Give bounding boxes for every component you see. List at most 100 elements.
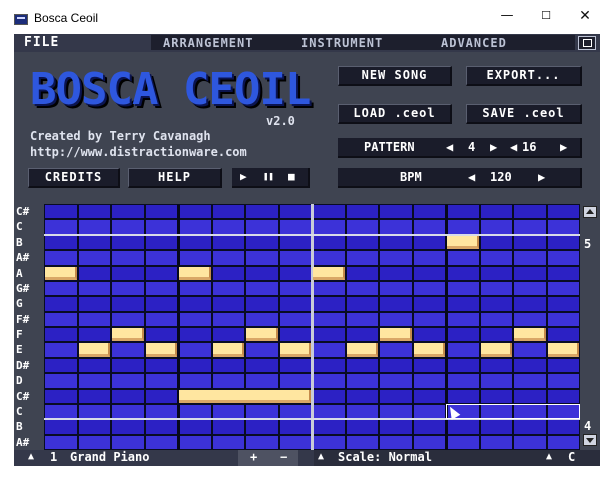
grid-cell[interactable] xyxy=(145,328,177,342)
grid-cell[interactable] xyxy=(413,389,445,403)
grid-cell[interactable] xyxy=(246,358,278,373)
grid-cell[interactable] xyxy=(179,205,211,219)
grid-cell[interactable] xyxy=(380,297,412,311)
grid-cell[interactable] xyxy=(45,420,77,434)
grid-cell[interactable] xyxy=(514,266,546,280)
grid-cell[interactable] xyxy=(279,235,311,250)
grid-cell[interactable] xyxy=(547,389,579,403)
grid-cell[interactable] xyxy=(346,435,378,449)
key-up-icon[interactable]: ▲ xyxy=(546,451,552,462)
grid-cell[interactable] xyxy=(480,389,512,403)
grid-cell[interactable] xyxy=(480,328,512,342)
grid-cell[interactable] xyxy=(313,328,345,342)
grid-cell[interactable] xyxy=(480,220,512,234)
grid-cell[interactable] xyxy=(447,266,479,280)
grid-cell[interactable] xyxy=(279,205,311,219)
grid-cell[interactable] xyxy=(413,358,445,373)
grid-cell[interactable] xyxy=(480,281,512,296)
grid-cell[interactable] xyxy=(480,205,512,219)
grid-cell[interactable] xyxy=(380,312,412,326)
grid-cell[interactable] xyxy=(179,404,211,419)
grid-cell[interactable] xyxy=(179,281,211,296)
grid-cell[interactable] xyxy=(514,235,546,250)
grid-cell[interactable] xyxy=(78,420,110,434)
grid-cell[interactable] xyxy=(45,328,77,342)
grid-cell[interactable] xyxy=(179,328,211,342)
scroll-up-icon[interactable] xyxy=(583,206,597,218)
grid-cell[interactable] xyxy=(45,220,77,234)
grid-cell[interactable] xyxy=(78,389,110,403)
grid-cell[interactable] xyxy=(547,266,579,280)
grid-cell[interactable] xyxy=(78,435,110,449)
grid-cell[interactable] xyxy=(346,235,378,250)
pause-icon[interactable]: ❚❚ xyxy=(263,172,274,182)
grid-cell[interactable] xyxy=(179,358,211,373)
grid-cell[interactable] xyxy=(413,251,445,265)
grid-cell[interactable] xyxy=(78,281,110,296)
grid-cell[interactable] xyxy=(346,312,378,326)
grid-cell[interactable] xyxy=(246,281,278,296)
instrument-name[interactable]: Grand Piano xyxy=(70,450,149,464)
grid-cell[interactable] xyxy=(246,420,278,434)
note-block[interactable] xyxy=(212,343,244,357)
grid-cell[interactable] xyxy=(212,251,244,265)
grid-cell[interactable] xyxy=(45,404,77,419)
grid-cell[interactable] xyxy=(279,312,311,326)
grid-cell[interactable] xyxy=(112,420,144,434)
grid-cell[interactable] xyxy=(45,358,77,373)
grid-cell[interactable] xyxy=(547,312,579,326)
grid-cell[interactable] xyxy=(145,220,177,234)
grid-cell[interactable] xyxy=(212,281,244,296)
grid-cell[interactable] xyxy=(45,205,77,219)
grid-cell[interactable] xyxy=(514,251,546,265)
grid-cell[interactable] xyxy=(246,374,278,388)
grid-cell[interactable] xyxy=(78,205,110,219)
grid-cell[interactable] xyxy=(145,404,177,419)
remove-instrument-button[interactable]: − xyxy=(280,450,287,464)
grid-cell[interactable] xyxy=(45,297,77,311)
grid-cell[interactable] xyxy=(313,389,345,403)
grid-cell[interactable] xyxy=(313,235,345,250)
grid-cell[interactable] xyxy=(447,312,479,326)
grid-cell[interactable] xyxy=(447,435,479,449)
grid-cell[interactable] xyxy=(480,374,512,388)
grid-cell[interactable] xyxy=(145,297,177,311)
grid-cell[interactable] xyxy=(313,404,345,419)
length-prev-icon[interactable]: ◀ xyxy=(510,140,517,154)
grid-cell[interactable] xyxy=(413,266,445,280)
grid-cell[interactable] xyxy=(447,358,479,373)
grid-cell[interactable] xyxy=(346,404,378,419)
grid-cell[interactable] xyxy=(78,297,110,311)
grid-cell[interactable] xyxy=(246,435,278,449)
grid-cell[interactable] xyxy=(547,220,579,234)
grid-cell[interactable] xyxy=(246,297,278,311)
close-button[interactable]: ✕ xyxy=(570,5,600,27)
grid-cell[interactable] xyxy=(246,251,278,265)
pattern-next-icon[interactable]: ▶ xyxy=(490,140,497,154)
grid-cell[interactable] xyxy=(447,374,479,388)
grid-cell[interactable] xyxy=(380,374,412,388)
grid-cell[interactable] xyxy=(547,435,579,449)
grid-cell[interactable] xyxy=(480,251,512,265)
grid-cell[interactable] xyxy=(112,358,144,373)
key-label[interactable]: C xyxy=(568,450,575,464)
grid-cell[interactable] xyxy=(480,297,512,311)
grid-cell[interactable] xyxy=(145,435,177,449)
grid-cell[interactable] xyxy=(514,297,546,311)
grid-cell[interactable] xyxy=(246,205,278,219)
grid-cell[interactable] xyxy=(413,220,445,234)
grid-cell[interactable] xyxy=(313,435,345,449)
maximize-button[interactable]: ☐ xyxy=(531,5,561,27)
grid-cell[interactable] xyxy=(380,205,412,219)
grid-cell[interactable] xyxy=(313,312,345,326)
grid-cell[interactable] xyxy=(212,328,244,342)
grid-cell[interactable] xyxy=(514,389,546,403)
grid-cell[interactable] xyxy=(45,281,77,296)
grid-cell[interactable] xyxy=(279,404,311,419)
grid-cell[interactable] xyxy=(480,266,512,280)
grid-cell[interactable] xyxy=(279,435,311,449)
note-block[interactable] xyxy=(179,266,211,280)
grid-cell[interactable] xyxy=(279,266,311,280)
grid-cell[interactable] xyxy=(346,389,378,403)
note-block[interactable] xyxy=(112,328,144,342)
